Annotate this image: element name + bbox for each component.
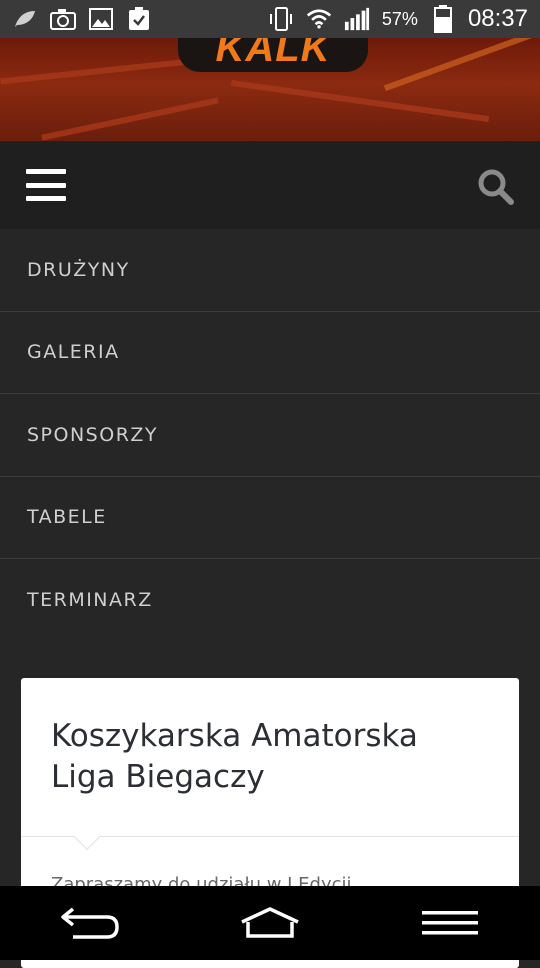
status-bar: 57% 08:37 [0, 0, 540, 38]
wifi-icon [306, 7, 332, 31]
site-logo-text: KALK [215, 38, 331, 70]
camera-icon [50, 7, 76, 31]
search-icon[interactable] [476, 167, 516, 207]
menu-item-terminarz[interactable]: TERMINARZ [0, 559, 540, 642]
status-bar-left [12, 7, 152, 31]
system-nav-bar [0, 886, 540, 960]
site-banner[interactable]: KALK [0, 38, 540, 141]
banner-decoration [230, 79, 490, 123]
clipboard-check-icon [126, 7, 152, 31]
signal-icon [344, 7, 370, 31]
hamburger-icon[interactable] [26, 169, 66, 201]
site-logo[interactable]: KALK [178, 38, 368, 72]
menu-icon[interactable] [415, 903, 485, 943]
image-icon [88, 7, 114, 31]
menu-item-sponsorzy[interactable]: SPONSORZY [0, 394, 540, 477]
battery-percent: 57% [381, 8, 418, 29]
back-icon[interactable] [55, 903, 125, 943]
status-bar-right: 57% 08:37 [268, 5, 528, 33]
battery-icon [430, 5, 456, 33]
banner-decoration [0, 57, 200, 85]
home-icon[interactable] [235, 903, 305, 943]
menu-item-druzyny[interactable]: DRUŻYNY [0, 229, 540, 312]
menu-item-tabele[interactable]: TABELE [0, 477, 540, 559]
menu-item-galeria[interactable]: GALERIA [0, 312, 540, 394]
banner-decoration [41, 97, 219, 141]
banner-decoration [383, 38, 537, 92]
nav-menu: DRUŻYNY GALERIA SPONSORZY TABELE TERMINA… [0, 229, 540, 642]
card-title: Koszykarska Amatorska Liga Biegaczy [51, 718, 418, 795]
card-notch [72, 821, 102, 851]
top-bar [0, 141, 540, 229]
leaf-icon [12, 7, 38, 31]
status-time: 08:37 [467, 5, 528, 32]
vibrate-icon [268, 7, 294, 31]
